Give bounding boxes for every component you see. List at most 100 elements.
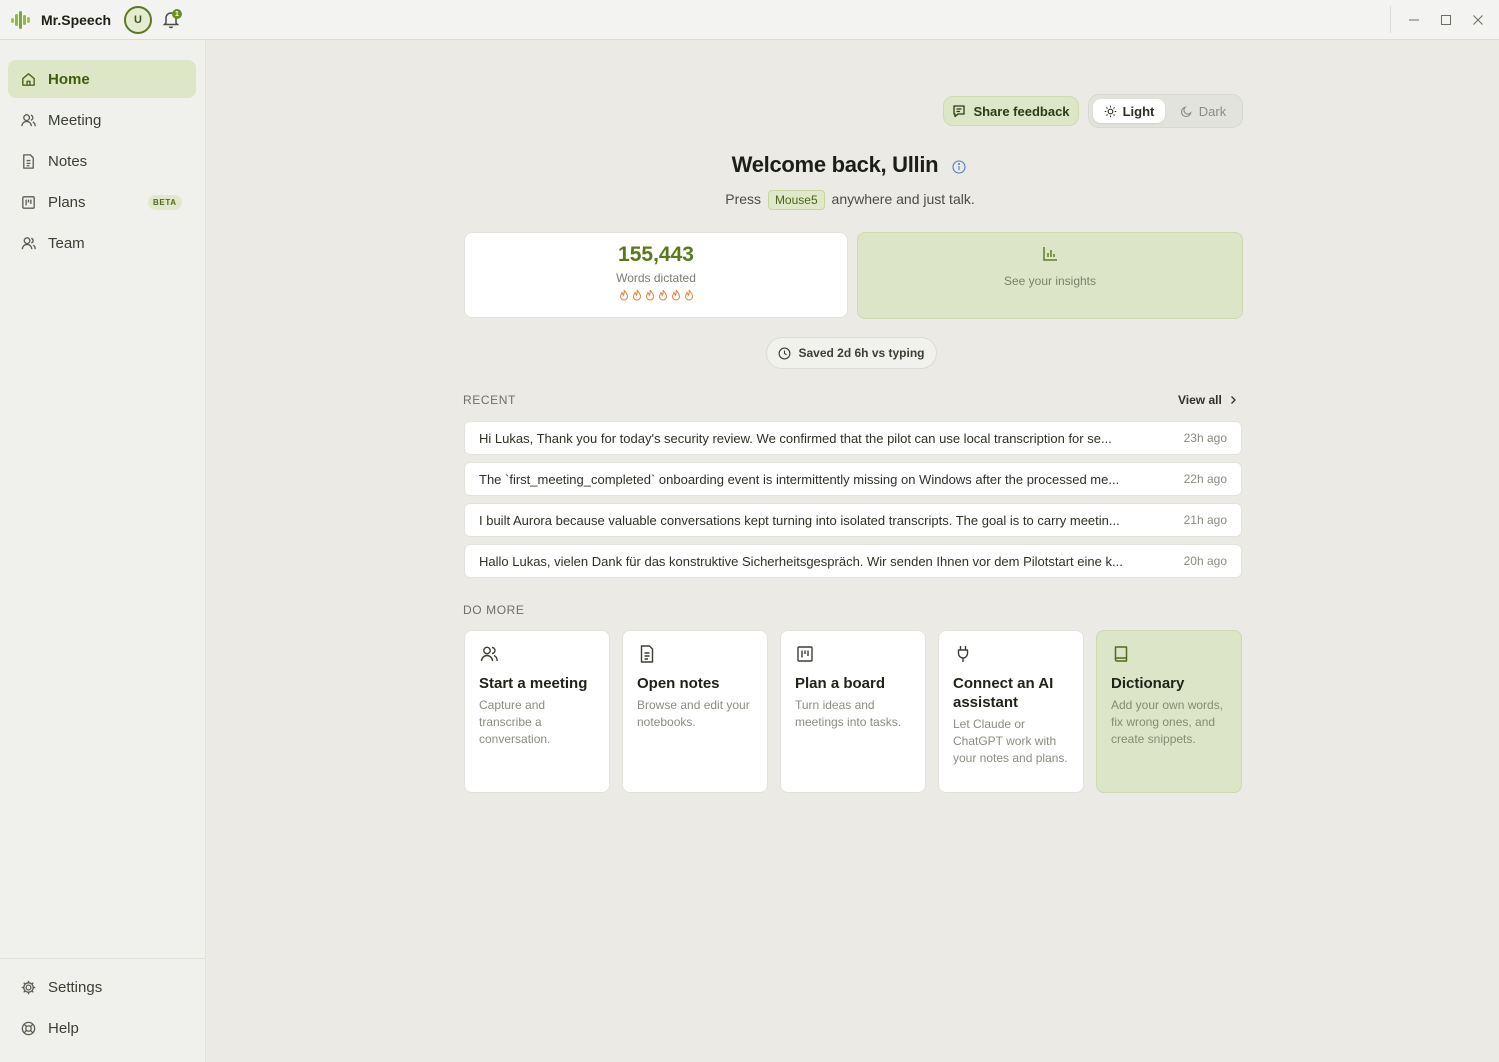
notification-badge: 1: [172, 9, 182, 19]
document-icon: [640, 645, 654, 663]
recent-item-time: 23h ago: [1183, 431, 1227, 445]
card-title: Connect an AI assistant: [953, 675, 1054, 711]
gear-icon: [21, 980, 36, 994]
share-feedback-button[interactable]: Share feedback: [943, 96, 1079, 126]
sidebar-item-settings[interactable]: Settings: [8, 968, 196, 1006]
connect-ai-card[interactable]: Connect an AI assistant Let Claude or Ch…: [938, 630, 1084, 793]
sidebar: Home Meeting Notes Plans BETA Team Setti…: [0, 40, 206, 1062]
users-icon: [21, 113, 36, 126]
sidebar-item-label: Help: [48, 1019, 79, 1037]
recent-item-time: 21h ago: [1183, 513, 1227, 527]
avatar[interactable]: U: [124, 6, 152, 34]
card-title: Open notes: [637, 675, 720, 692]
time-saved-pill: Saved 2d 6h vs typing: [766, 337, 937, 369]
minimize-button[interactable]: [1404, 10, 1424, 30]
words-dictated-label: Words dictated: [616, 271, 696, 285]
clock-icon: [779, 347, 791, 359]
sidebar-divider: [0, 958, 206, 959]
welcome-title: Welcome back, Ullin: [731, 152, 939, 177]
plan-board-card[interactable]: Plan a board Turn ideas and meetings int…: [780, 630, 926, 793]
see-insights-card[interactable]: See your insights: [857, 232, 1243, 319]
sidebar-item-home[interactable]: Home: [8, 60, 196, 98]
flame-icon: [619, 289, 628, 301]
view-all-link[interactable]: View all: [1178, 393, 1238, 407]
flame-icon: [671, 289, 680, 301]
board-icon: [22, 195, 35, 209]
card-description: Browse and edit your notebooks.: [637, 698, 750, 729]
do-more-heading: DO MORE: [463, 603, 525, 617]
sidebar-item-help[interactable]: Help: [8, 1009, 196, 1047]
sidebar-item-label: Plans: [48, 193, 86, 211]
close-button[interactable]: [1468, 10, 1488, 30]
users-icon: [480, 646, 498, 662]
board-icon: [797, 646, 813, 662]
sidebar-item-team[interactable]: Team: [8, 224, 196, 262]
card-title: Plan a board: [795, 675, 886, 692]
theme-light-option[interactable]: Light: [1093, 99, 1165, 123]
recent-item-text: Hallo Lukas, vielen Dank für das konstru…: [479, 554, 1123, 569]
book-icon: [1114, 646, 1128, 662]
view-all-label: View all: [1178, 393, 1222, 407]
recent-item[interactable]: The `first_meeting_completed` onboarding…: [464, 462, 1242, 496]
streak-flames: [465, 289, 847, 301]
sidebar-item-notes[interactable]: Notes: [8, 142, 196, 180]
dictation-hint: Press Mouse5 anywhere and just talk.: [600, 190, 1100, 210]
time-saved-label: Saved 2d 6h vs typing: [798, 346, 925, 360]
recent-item-text: I built Aurora because valuable conversa…: [479, 513, 1120, 528]
sidebar-item-label: Team: [48, 234, 85, 252]
start-meeting-card[interactable]: Start a meeting Capture and transcribe a…: [464, 630, 610, 793]
recent-item[interactable]: I built Aurora because valuable conversa…: [464, 503, 1242, 537]
maximize-button[interactable]: [1436, 10, 1456, 30]
user-icon: [21, 236, 36, 249]
card-description: Let Claude or ChatGPT work with your not…: [953, 717, 1068, 765]
chevron-right-icon: [1230, 396, 1236, 404]
card-description: Add your own words, fix wrong ones, and …: [1111, 698, 1224, 746]
recent-heading: RECENT: [463, 393, 516, 407]
feedback-icon: [953, 105, 966, 118]
sidebar-item-label: Settings: [48, 978, 103, 996]
title-bar: Mr.Speech U 1: [0, 0, 1499, 40]
plug-icon: [957, 646, 969, 662]
flame-icon: [684, 289, 693, 301]
share-feedback-label: Share feedback: [973, 103, 1070, 119]
recent-item[interactable]: Hallo Lukas, vielen Dank für das konstru…: [464, 544, 1242, 578]
sidebar-item-label: Home: [48, 70, 90, 88]
sidebar-item-meeting[interactable]: Meeting: [8, 101, 196, 139]
sidebar-item-label: Notes: [48, 152, 88, 170]
theme-dark-label: Dark: [1198, 103, 1227, 119]
see-insights-label: See your insights: [1003, 274, 1097, 288]
app-logo-icon: [11, 11, 30, 29]
close-icon: [1473, 15, 1483, 25]
hint-prefix: Press: [725, 191, 762, 207]
dictionary-card[interactable]: Dictionary Add your own words, fix wrong…: [1096, 630, 1242, 793]
words-dictated-card: 155,443 Words dictated: [464, 232, 848, 318]
document-icon: [23, 153, 34, 169]
lifebuoy-icon: [21, 1021, 36, 1035]
info-icon[interactable]: [952, 160, 966, 174]
app-name: Mr.Speech: [41, 12, 112, 28]
recent-item-time: 20h ago: [1183, 554, 1227, 568]
words-dictated-value: 155,443: [618, 243, 694, 266]
theme-dark-option[interactable]: Dark: [1169, 99, 1237, 123]
beta-badge: BETA: [148, 195, 182, 210]
recent-item-time: 22h ago: [1183, 472, 1227, 486]
hotkey-badge: Mouse5: [767, 190, 825, 210]
open-notes-card[interactable]: Open notes Browse and edit your notebook…: [622, 630, 768, 793]
hint-suffix: anywhere and just talk.: [831, 191, 975, 207]
recent-item-text: Hi Lukas, Thank you for today's security…: [479, 431, 1112, 446]
recent-item[interactable]: Hi Lukas, Thank you for today's security…: [464, 421, 1242, 455]
theme-toggle: Light Dark: [1088, 94, 1243, 128]
sun-icon: [1104, 105, 1116, 117]
theme-light-label: Light: [1122, 103, 1155, 119]
card-description: Capture and transcribe a conversation.: [479, 698, 551, 746]
sidebar-item-label: Meeting: [48, 111, 102, 129]
maximize-icon: [1441, 15, 1451, 25]
sidebar-item-plans[interactable]: Plans BETA: [8, 183, 196, 221]
titlebar-divider: [1390, 6, 1391, 33]
recent-item-text: The `first_meeting_completed` onboarding…: [479, 472, 1120, 487]
home-icon: [22, 72, 35, 86]
card-title: Dictionary: [1111, 675, 1185, 692]
bar-chart-icon: [1043, 247, 1057, 261]
card-description: Turn ideas and meetings into tasks.: [795, 698, 902, 729]
moon-icon: [1180, 105, 1192, 117]
